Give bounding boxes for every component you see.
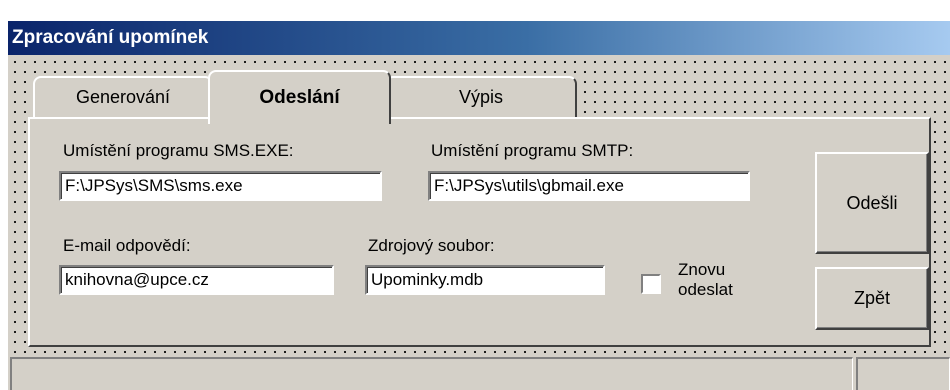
source-file-input[interactable]: Upominky.mdb bbox=[365, 265, 605, 295]
back-button[interactable]: Zpět bbox=[815, 267, 929, 330]
status-bar bbox=[8, 355, 950, 390]
back-button-label: Zpět bbox=[853, 288, 891, 308]
tab-odeslani[interactable]: Odeslání bbox=[208, 70, 391, 124]
resend-label-line1: Znovu bbox=[678, 260, 726, 279]
resend-checkbox[interactable] bbox=[641, 274, 661, 294]
tab-vypis-label: Výpis bbox=[458, 87, 503, 107]
tab-generovani[interactable]: Generování bbox=[33, 76, 213, 118]
window-title: Zpracování upomínek bbox=[12, 27, 209, 48]
reply-email-label: E-mail odpovědí: bbox=[63, 236, 191, 255]
app-window: Zpracování upomínek Generování Výpis Ode… bbox=[0, 0, 950, 390]
resend-label-line2: odeslat bbox=[678, 280, 733, 299]
send-button[interactable]: Odešli bbox=[815, 152, 929, 254]
smtp-path-input[interactable]: F:\JPSys\utils\gbmail.exe bbox=[428, 171, 750, 201]
sms-path-label: Umístění programu SMS.EXE: bbox=[63, 141, 294, 160]
reply-email-input[interactable]: knihovna@upce.cz bbox=[59, 265, 334, 295]
source-file-label: Zdrojový soubor: bbox=[368, 236, 495, 255]
tab-generovani-label: Generování bbox=[75, 87, 171, 107]
sms-path-input[interactable]: F:\JPSys\SMS\sms.exe bbox=[59, 171, 382, 201]
smtp-path-label: Umístění programu SMTP: bbox=[431, 141, 634, 160]
status-pane-main bbox=[10, 357, 853, 390]
tab-odeslani-label: Odeslání bbox=[259, 87, 340, 108]
resend-label: Znovu odeslat bbox=[678, 260, 733, 300]
status-pane-secondary bbox=[856, 357, 950, 390]
tab-vypis[interactable]: Výpis bbox=[385, 76, 577, 118]
window-title-bar[interactable]: Zpracování upomínek bbox=[8, 21, 950, 55]
send-button-label: Odešli bbox=[846, 193, 898, 213]
